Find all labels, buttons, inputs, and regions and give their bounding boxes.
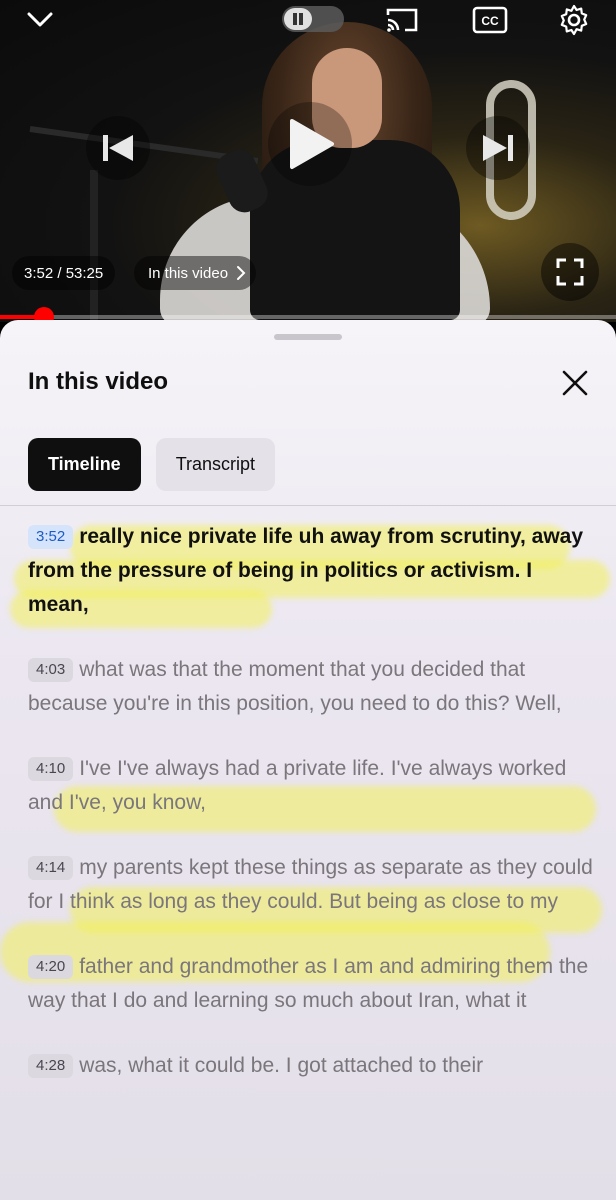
video-player[interactable]: CC 3:52 / 53:25 In this video [0,0,616,322]
chevron-down-icon[interactable] [22,4,58,36]
transcript-segment[interactable]: 4:03 what was that the moment that you de… [28,653,598,721]
skip-next-icon [483,135,513,161]
close-button[interactable] [556,364,594,402]
tab-timeline[interactable]: Timeline [28,438,141,491]
segment-text: was, what it could be. I got attached to… [79,1054,484,1077]
gear-icon[interactable] [556,4,592,36]
autoplay-toggle[interactable] [282,6,344,32]
panel-tabs: Timeline Transcript [28,438,276,491]
chapter-button[interactable]: In this video [134,256,257,290]
cast-icon[interactable] [384,4,420,36]
tab-transcript[interactable]: Transcript [155,438,276,491]
transcript-segment[interactable]: 4:10 I've I've always had a private life.… [28,752,598,820]
time-display[interactable]: 3:52 / 53:25 [12,256,116,290]
timestamp-chip[interactable]: 4:28 [28,1054,74,1078]
chapter-label: In this video [148,264,229,282]
timestamp-chip[interactable]: 4:03 [28,658,74,682]
fullscreen-icon [556,258,584,286]
segment-text: what was that the moment that you decide… [28,658,562,715]
timestamp-chip[interactable]: 4:14 [28,856,74,880]
fullscreen-button[interactable] [541,243,599,301]
transcript-segment[interactable]: 4:28 was, what it could be. I got attache… [28,1049,598,1083]
close-icon [562,370,588,396]
in-this-video-panel: In this video Timeline Transcript 3:52 re… [0,320,616,1200]
transcript-list: 3:52 really nice private life uh away fro… [28,520,598,1114]
cc-label: CC [481,14,499,28]
segment-text: really nice private life uh away from sc… [28,525,584,616]
video-frame-mic-stand [90,170,98,320]
next-button[interactable] [466,116,530,180]
segment-text: father and grandmother as I am and admir… [28,955,589,1012]
drag-handle[interactable] [274,334,342,340]
divider [0,505,616,506]
pause-toggle-icon [284,8,312,30]
timestamp-chip[interactable]: 3:52 [28,525,74,549]
segment-text: I've I've always had a private life. I'v… [28,757,567,814]
skip-previous-icon [103,135,133,161]
cc-icon[interactable]: CC [472,4,508,36]
panel-title: In this video [28,368,169,395]
transcript-segment[interactable]: 3:52 really nice private life uh away fro… [28,520,598,622]
timestamp-chip[interactable]: 4:10 [28,757,74,781]
transcript-segment[interactable]: 4:20 father and grandmother as I am and a… [28,950,598,1018]
chevron-right-icon [237,266,246,280]
progress-bar[interactable] [0,307,616,322]
play-icon [290,119,334,169]
play-button[interactable] [268,102,352,186]
previous-button[interactable] [86,116,150,180]
timestamp-chip[interactable]: 4:20 [28,955,74,979]
segment-text: my parents kept these things as separate… [28,856,593,913]
transcript-segment[interactable]: 4:14 my parents kept these things as sepa… [28,851,598,919]
